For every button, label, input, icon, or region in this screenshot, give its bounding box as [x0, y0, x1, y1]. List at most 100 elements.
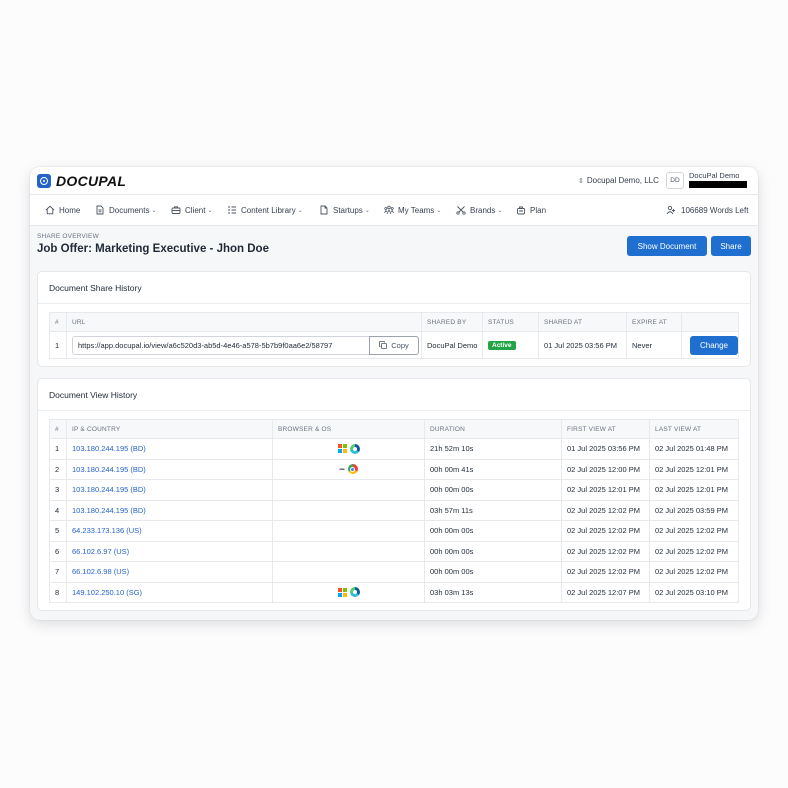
windows-icon	[337, 587, 347, 597]
docupal-logo[interactable]: DOCUPAL	[37, 173, 126, 189]
team-icon	[384, 205, 394, 215]
table-row: 1 103.180.244.195 (BD) 21h 52m 10s 01 Ju…	[49, 438, 739, 460]
first-view-at: 02 Jul 2025 12:02 PM	[561, 499, 650, 521]
last-view-at: 02 Jul 2025 12:02 PM	[649, 561, 739, 583]
nav-item-startups[interactable]: Startups ⌄	[319, 205, 370, 215]
macos-icon: ▬	[339, 466, 345, 473]
column-header: #	[49, 312, 67, 332]
user-name[interactable]: DocuPal Demo	[689, 171, 739, 180]
nav-item-content-library[interactable]: Content Library ⌄	[227, 205, 303, 215]
chevron-down-icon: ⌄	[364, 207, 370, 214]
share-url-group: https://app.docupal.io/view/a6c520d3-ab5…	[72, 335, 421, 355]
browser-os	[272, 520, 425, 542]
shared-by: DocuPal Demo	[421, 331, 483, 359]
first-view-at: 02 Jul 2025 12:01 PM	[561, 479, 650, 501]
column-header: BROWSER & OS	[272, 419, 425, 439]
nav-item-documents[interactable]: Documents ⌄	[95, 205, 157, 215]
first-view-at: 01 Jul 2025 03:56 PM	[561, 438, 650, 460]
nav-item-label: My Teams	[398, 205, 435, 215]
copy-button[interactable]: Copy	[369, 335, 419, 355]
table-row: 4 103.180.244.195 (BD) 03h 57m 11s 02 Ju…	[49, 499, 739, 521]
first-view-at: 02 Jul 2025 12:02 PM	[561, 520, 650, 542]
last-view-at: 02 Jul 2025 12:01 PM	[649, 458, 739, 480]
ip-country[interactable]: 103.180.244.195 (BD)	[66, 479, 273, 501]
page-overline: SHARE OVERVIEW	[37, 233, 99, 240]
first-view-at: 02 Jul 2025 12:02 PM	[561, 561, 650, 583]
view-history-card: Document View History # IP & COUNTRY BRO…	[37, 378, 751, 611]
ip-country[interactable]: 66.102.6.97 (US)	[66, 540, 273, 562]
column-header: SHARED AT	[538, 312, 627, 332]
nav-item-label: Brands	[470, 205, 496, 215]
edge-icon	[349, 443, 360, 454]
ip-link[interactable]: 103.180.244.195 (BD)	[72, 506, 146, 515]
ip-link[interactable]: 64.233.173.136 (US)	[72, 526, 142, 535]
ip-link[interactable]: 149.102.250.10 (SG)	[72, 588, 142, 597]
shared-at: 01 Jul 2025 03:56 PM	[538, 331, 627, 359]
ip-link[interactable]: 103.180.244.195 (BD)	[72, 485, 146, 494]
organization-switcher[interactable]: ⇕ Docupal Demo, LLC	[578, 176, 659, 185]
ip-country[interactable]: 64.233.173.136 (US)	[66, 520, 273, 542]
show-document-button[interactable]: Show Document	[627, 236, 707, 256]
nav-item-plan[interactable]: Plan	[516, 205, 546, 215]
ip-country[interactable]: 149.102.250.10 (SG)	[66, 581, 273, 603]
duration: 00h 00m 00s	[424, 561, 562, 583]
first-view-at: 02 Jul 2025 12:07 PM	[561, 581, 650, 603]
browser-os	[272, 438, 425, 460]
words-icon	[666, 205, 676, 215]
first-view-at: 02 Jul 2025 12:02 PM	[561, 540, 650, 562]
nav-item-brands[interactable]: Brands ⌄	[456, 205, 502, 215]
copy-button-label: Copy	[391, 340, 409, 350]
ip-country[interactable]: 66.102.6.98 (US)	[66, 561, 273, 583]
plan-icon	[516, 205, 526, 215]
redacted-user-email	[689, 181, 747, 188]
status-cell: Active	[482, 331, 539, 359]
updown-chevron-icon: ⇕	[578, 177, 584, 185]
ip-country[interactable]: 103.180.244.195 (BD)	[66, 458, 273, 480]
table-header-row: # URL SHARED BY STATUS SHARED AT EXPIRE …	[49, 312, 739, 332]
row-number: 3	[49, 479, 67, 501]
chrome-icon	[347, 464, 358, 475]
file-icon	[319, 205, 329, 215]
last-view-at: 02 Jul 2025 12:02 PM	[649, 520, 739, 542]
nav-item-home[interactable]: Home	[45, 205, 80, 215]
nav-item-my-teams[interactable]: My Teams ⌄	[384, 205, 441, 215]
nav-item-label: Plan	[530, 205, 547, 215]
url-cell: https://app.docupal.io/view/a6c520d3-ab5…	[66, 331, 422, 359]
row-number: 4	[49, 499, 67, 521]
view-history-title: Document View History	[38, 379, 750, 411]
last-view-at: 02 Jul 2025 12:01 PM	[649, 479, 739, 501]
ip-country[interactable]: 103.180.244.195 (BD)	[66, 499, 273, 521]
expire-at: Never	[626, 331, 682, 359]
page-title: Job Offer: Marketing Executive - Jhon Do…	[37, 243, 269, 255]
nav-item-client[interactable]: Client ⌄	[171, 205, 212, 215]
ip-link[interactable]: 66.102.6.97 (US)	[72, 547, 129, 556]
avatar[interactable]: DD	[666, 172, 684, 189]
share-button[interactable]: Share	[711, 236, 751, 256]
column-header: #	[49, 419, 67, 439]
table-row: 8 149.102.250.10 (SG) 03h 03m 13s 02 Jul…	[49, 581, 739, 603]
column-header: EXPIRE AT	[626, 312, 682, 332]
ip-link[interactable]: 66.102.6.98 (US)	[72, 567, 129, 576]
chevron-down-icon: ⌄	[151, 207, 157, 214]
chevron-down-icon: ⌄	[207, 207, 213, 214]
document-icon	[95, 205, 105, 215]
ip-link[interactable]: 103.180.244.195 (BD)	[72, 465, 146, 474]
main-nav: Home Documents ⌄ Client ⌄ Content Librar…	[30, 195, 758, 226]
ip-country[interactable]: 103.180.244.195 (BD)	[66, 438, 273, 460]
ip-link[interactable]: 103.180.244.195 (BD)	[72, 444, 146, 453]
organization-name: Docupal Demo, LLC	[586, 176, 659, 185]
duration: 00h 00m 00s	[424, 540, 562, 562]
home-icon	[45, 205, 55, 215]
words-left-indicator: 106689 Words Left	[666, 205, 748, 215]
last-view-at: 02 Jul 2025 01:48 PM	[649, 438, 739, 460]
change-button[interactable]: Change	[690, 335, 738, 355]
row-number: 7	[49, 561, 67, 583]
first-view-at: 02 Jul 2025 12:00 PM	[561, 458, 650, 480]
chevron-down-icon: ⌄	[297, 207, 303, 214]
windows-icon	[337, 444, 347, 454]
docupal-logo-icon	[37, 174, 51, 188]
duration: 00h 00m 00s	[424, 520, 562, 542]
share-url-field[interactable]: https://app.docupal.io/view/a6c520d3-ab5…	[72, 335, 369, 355]
column-header	[681, 312, 739, 332]
row-number: 6	[49, 540, 67, 562]
